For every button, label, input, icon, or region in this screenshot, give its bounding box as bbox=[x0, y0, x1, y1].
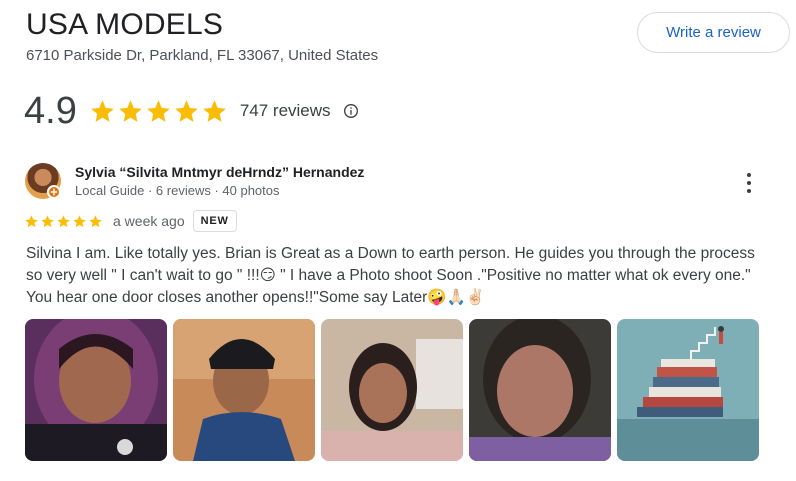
write-review-label: Write a review bbox=[666, 24, 761, 41]
menu-dot bbox=[747, 181, 751, 185]
star-icon bbox=[175, 99, 198, 122]
review-photo-5[interactable] bbox=[617, 319, 759, 461]
rating-stars bbox=[89, 98, 228, 125]
reviewer-name[interactable]: Sylvia “Silvita Mntmyr deHrndz” Hernande… bbox=[75, 164, 364, 180]
star-icon bbox=[119, 99, 142, 122]
photo-image bbox=[617, 319, 759, 461]
photo-image bbox=[25, 319, 167, 461]
star-icon bbox=[25, 214, 38, 227]
photo-image bbox=[173, 319, 315, 461]
star-icon bbox=[57, 214, 70, 227]
reviewer-meta: Local Guide · 6 reviews · 40 photos bbox=[75, 183, 280, 198]
new-badge: NEW bbox=[192, 210, 237, 232]
star-icon bbox=[41, 214, 54, 227]
menu-dot bbox=[747, 173, 751, 177]
review-text: Silvina I am. Like totally yes. Brian is… bbox=[26, 245, 755, 306]
local-guide-badge-icon bbox=[47, 185, 61, 199]
review-stars bbox=[24, 214, 103, 229]
star-icon bbox=[73, 214, 86, 227]
photo-image bbox=[321, 319, 463, 461]
star-icon bbox=[91, 99, 114, 122]
review-time: a week ago bbox=[113, 213, 185, 229]
business-name: USA MODELS bbox=[26, 8, 224, 41]
review-photo-2[interactable] bbox=[173, 319, 315, 461]
menu-dot bbox=[747, 189, 751, 193]
star-icon bbox=[147, 99, 170, 122]
review-rating-row: a week ago NEW bbox=[24, 208, 237, 234]
review-photo-1[interactable] bbox=[25, 319, 167, 461]
review-count[interactable]: 747 reviews bbox=[240, 101, 331, 121]
rating-summary: 4.9 747 reviews bbox=[24, 88, 359, 134]
more-options-icon[interactable] bbox=[740, 171, 758, 195]
info-icon[interactable] bbox=[343, 103, 359, 119]
star-icon bbox=[89, 214, 102, 227]
business-address: 6710 Parkside Dr, Parkland, FL 33067, Un… bbox=[26, 47, 379, 64]
review-photo-3[interactable] bbox=[321, 319, 463, 461]
rating-value: 4.9 bbox=[24, 89, 77, 132]
write-review-button[interactable]: Write a review bbox=[637, 12, 790, 53]
plus-icon bbox=[50, 188, 58, 196]
photo-image bbox=[469, 319, 611, 461]
review-photos bbox=[25, 319, 759, 461]
review-photo-4[interactable] bbox=[469, 319, 611, 461]
star-icon bbox=[203, 99, 226, 122]
